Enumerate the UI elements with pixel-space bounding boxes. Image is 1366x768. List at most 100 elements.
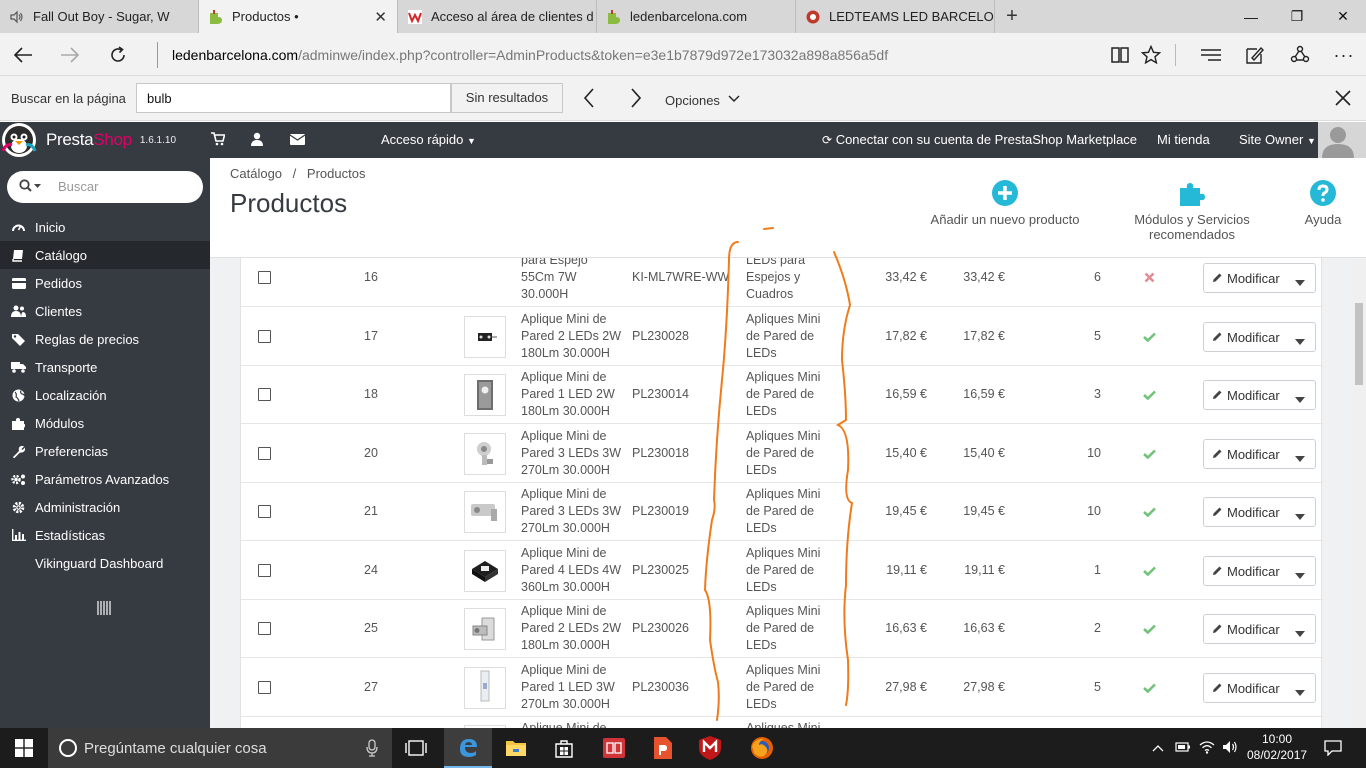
page-scrollbar[interactable] xyxy=(1352,258,1366,728)
sidebar-item-catalogo[interactable]: Catálogo xyxy=(0,241,210,269)
browser-tab[interactable]: ledenbarcelona.com xyxy=(597,0,796,33)
caret-down-icon[interactable] xyxy=(1295,334,1305,348)
file-explorer-button[interactable] xyxy=(492,728,540,768)
browser-tab[interactable]: Productos • ✕ xyxy=(199,0,398,33)
browser-tab[interactable]: Fall Out Boy - Sugar, W xyxy=(0,0,199,33)
favorite-star-icon[interactable] xyxy=(1138,42,1164,68)
more-options-icon[interactable]: ··· xyxy=(1331,42,1357,68)
caret-down-icon[interactable] xyxy=(1295,626,1305,640)
web-note-icon[interactable] xyxy=(1242,42,1268,68)
close-window-button[interactable]: ✕ xyxy=(1320,0,1366,33)
table-row[interactable]: 25 Aplique Mini de Pared 2 LEDs 2W 180Lm 30… xyxy=(241,600,1323,658)
forward-button[interactable] xyxy=(57,42,83,68)
caret-down-icon[interactable] xyxy=(1295,568,1305,582)
edit-button[interactable]: Modificar xyxy=(1204,564,1286,579)
refresh-button[interactable] xyxy=(105,42,131,68)
minimize-button[interactable]: — xyxy=(1228,0,1274,33)
hub-icon[interactable] xyxy=(1198,42,1224,68)
sidebar-item-reglas-de-precios[interactable]: Reglas de precios xyxy=(0,325,210,353)
edit-button[interactable]: Modificar xyxy=(1204,388,1286,403)
row-checkbox[interactable] xyxy=(258,271,271,284)
sidebar-item-estadisticas[interactable]: Estadísticas xyxy=(0,521,210,549)
volume-icon[interactable] xyxy=(1222,740,1238,757)
share-icon[interactable] xyxy=(1287,42,1313,68)
edge-taskbar-button[interactable] xyxy=(444,728,492,768)
wifi-icon[interactable] xyxy=(1199,740,1215,757)
battery-icon[interactable] xyxy=(1175,741,1191,756)
search-icon[interactable] xyxy=(19,179,41,196)
table-row[interactable]: 18 Aplique Mini de Pared 1 LED 2W 180Lm 30.… xyxy=(241,366,1323,424)
pdf-app-button[interactable] xyxy=(638,728,686,768)
close-find-icon[interactable] xyxy=(1334,89,1352,110)
sidebar-item-clientes[interactable]: Clientes xyxy=(0,297,210,325)
sidebar-item-localizacion[interactable]: Localización xyxy=(0,381,210,409)
cross-icon[interactable] xyxy=(1139,272,1159,286)
new-tab-button[interactable]: + xyxy=(995,0,1029,33)
sidebar-item-parametros-avanzados[interactable]: Parámetros Avanzados xyxy=(0,465,210,493)
recommended-modules-button[interactable]: Módulos y Servicios recomendados xyxy=(1092,180,1292,242)
reading-view-icon[interactable] xyxy=(1107,42,1133,68)
employee-dropdown[interactable]: Site Owner ▼ xyxy=(1239,132,1316,147)
sidebar-item-administracion[interactable]: Administración xyxy=(0,493,210,521)
caret-down-icon[interactable] xyxy=(1295,509,1305,523)
caret-down-icon[interactable] xyxy=(1295,685,1305,699)
my-store-link[interactable]: Mi tienda xyxy=(1157,132,1210,147)
check-icon[interactable] xyxy=(1139,623,1159,637)
taskbar-clock[interactable]: 10:00 08/02/2017 xyxy=(1247,731,1307,763)
caret-down-icon[interactable] xyxy=(1295,275,1305,289)
row-checkbox[interactable] xyxy=(258,388,271,401)
firefox-button[interactable] xyxy=(738,728,786,768)
check-icon[interactable] xyxy=(1139,331,1159,345)
table-row[interactable]: 17 Aplique Mini de Pared 2 LEDs 2W 180Lm 30… xyxy=(241,307,1323,366)
prestashop-logo[interactable]: PrestaShop 1.6.1.10 xyxy=(0,122,176,158)
avatar[interactable] xyxy=(1318,122,1366,158)
add-product-button[interactable]: Añadir un nuevo producto xyxy=(930,180,1080,227)
caret-down-icon[interactable] xyxy=(1295,451,1305,465)
reader-app-button[interactable] xyxy=(590,728,638,768)
quick-access-dropdown[interactable]: Acceso rápido ▼ xyxy=(381,132,476,147)
microphone-icon[interactable] xyxy=(366,739,378,760)
table-row[interactable]: 27 Aplique Mini de Pared 1 LED 3W 270Lm 30.… xyxy=(241,658,1323,717)
edit-button[interactable]: Modificar xyxy=(1204,622,1286,637)
find-input[interactable] xyxy=(136,83,451,113)
check-icon[interactable] xyxy=(1139,565,1159,579)
row-checkbox[interactable] xyxy=(258,622,271,635)
sidebar-search-input[interactable]: Buscar xyxy=(7,171,203,203)
start-button[interactable] xyxy=(0,728,48,768)
check-icon[interactable] xyxy=(1139,506,1159,520)
url-field[interactable]: ledenbarcelona.com/adminwe/index.php?con… xyxy=(157,42,888,68)
edit-button[interactable]: Modificar xyxy=(1204,681,1286,696)
restore-button[interactable]: ❐ xyxy=(1274,0,1320,33)
task-view-button[interactable] xyxy=(392,728,440,768)
caret-down-icon[interactable] xyxy=(1295,392,1305,406)
marketplace-connect-link[interactable]: ⟳ Conectar con su cuenta de PrestaShop M… xyxy=(822,132,1137,147)
edit-button[interactable]: Modificar xyxy=(1204,271,1286,286)
sidebar-item-pedidos[interactable]: Pedidos xyxy=(0,269,210,297)
row-checkbox[interactable] xyxy=(258,564,271,577)
check-icon[interactable] xyxy=(1139,682,1159,696)
cart-icon[interactable] xyxy=(211,132,226,149)
cortana-search-box[interactable]: Pregúntame cualquier cosa xyxy=(48,728,392,768)
action-center-icon[interactable] xyxy=(1324,740,1342,759)
check-icon[interactable] xyxy=(1139,389,1159,403)
row-checkbox[interactable] xyxy=(258,447,271,460)
breadcrumb-catalog[interactable]: Catálogo xyxy=(230,166,282,181)
row-checkbox[interactable] xyxy=(258,330,271,343)
check-icon[interactable] xyxy=(1139,448,1159,462)
browser-tab[interactable]: Acceso al área de clientes d xyxy=(398,0,597,33)
edit-button[interactable]: Modificar xyxy=(1204,505,1286,520)
find-previous-icon[interactable] xyxy=(580,87,600,112)
table-row[interactable]: 21 Aplique Mini de Pared 3 LEDs 3W 270Lm 30… xyxy=(241,483,1323,541)
collapse-menu-icon[interactable] xyxy=(97,601,111,618)
edit-button[interactable]: Modificar xyxy=(1204,447,1286,462)
sidebar-item-preferencias[interactable]: Preferencias xyxy=(0,437,210,465)
user-icon[interactable] xyxy=(251,132,263,149)
help-button[interactable]: Ayuda xyxy=(1300,180,1346,227)
mcafee-button[interactable] xyxy=(686,728,734,768)
close-tab-icon[interactable]: ✕ xyxy=(374,8,387,26)
sidebar-item-transporte[interactable]: Transporte xyxy=(0,353,210,381)
edit-button[interactable]: Modificar xyxy=(1204,330,1286,345)
table-row[interactable]: 24 Aplique Mini de Pared 4 LEDs 4W 360Lm 30… xyxy=(241,541,1323,600)
find-next-icon[interactable] xyxy=(625,87,645,112)
tray-expand-icon[interactable] xyxy=(1152,741,1164,755)
